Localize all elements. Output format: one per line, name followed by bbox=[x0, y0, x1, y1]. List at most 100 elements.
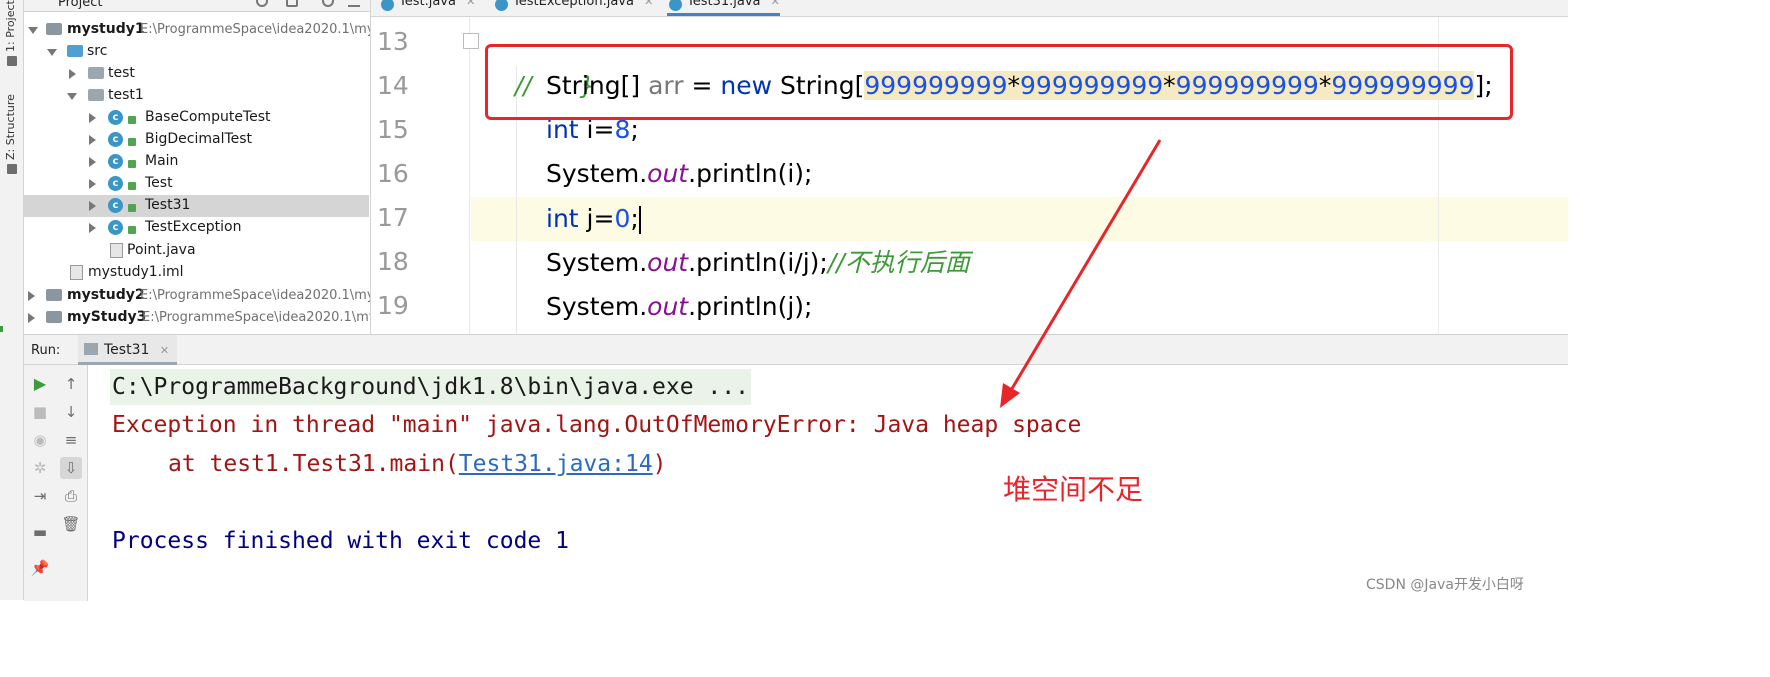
layout-icon[interactable]: ▬ bbox=[29, 521, 51, 543]
run-panel-header: Run: Test31 ✕ bbox=[24, 335, 1568, 365]
run-config-icon bbox=[84, 343, 98, 355]
stacktrace-prefix: at test1.Test31.main( bbox=[168, 451, 459, 477]
project-tool-tab[interactable]: 1: Project bbox=[4, 0, 20, 52]
code-text: .println(j); bbox=[688, 292, 813, 321]
tab-label: Test.java bbox=[399, 0, 456, 9]
soft-wrap-icon[interactable]: ≡ bbox=[60, 429, 82, 451]
source-folder-icon bbox=[67, 45, 83, 57]
hide-icon[interactable] bbox=[348, 0, 360, 7]
watermark: CSDN @Java开发小白呀 bbox=[1366, 577, 1524, 593]
close-icon[interactable]: ✕ bbox=[771, 0, 780, 8]
package-icon bbox=[88, 89, 104, 101]
trash-icon[interactable]: 🗑 bbox=[60, 513, 82, 535]
tree-item-label: test bbox=[108, 65, 135, 81]
chevron-right-icon[interactable] bbox=[69, 69, 76, 79]
chevron-right-icon[interactable] bbox=[28, 313, 35, 323]
tree-item-mystudy1[interactable]: mystudy1 E:\ProgrammeSpace\idea2020.1\my bbox=[24, 19, 370, 41]
tab-test-java[interactable]: Test.java ✕ bbox=[379, 0, 475, 16]
exit-icon[interactable]: ⇥ bbox=[29, 485, 51, 507]
code-keyword: int bbox=[546, 204, 579, 233]
package-icon bbox=[88, 67, 104, 79]
tree-item-basecomputetest[interactable]: c BaseComputeTest bbox=[24, 107, 369, 129]
java-class-icon: c bbox=[108, 220, 123, 235]
tree-item-test31[interactable]: c Test31 bbox=[24, 195, 369, 217]
lock-icon bbox=[128, 226, 136, 234]
code-text: System. bbox=[546, 292, 648, 321]
code-text: j= bbox=[578, 204, 615, 233]
java-class-icon: c bbox=[108, 198, 123, 213]
fold-icon[interactable] bbox=[463, 33, 479, 49]
debug-bug-icon[interactable]: ✲ bbox=[29, 457, 51, 479]
project-tool-icon[interactable] bbox=[7, 56, 17, 66]
java-class-icon: c bbox=[108, 132, 123, 147]
tree-item-testexception[interactable]: c TestException bbox=[24, 217, 369, 239]
tree-item-mystudy2[interactable]: mystudy2 E:\ProgrammeSpace\idea2020.1\my bbox=[24, 285, 370, 307]
chevron-right-icon[interactable] bbox=[89, 135, 96, 145]
tree-item-test-class[interactable]: c Test bbox=[24, 173, 369, 195]
down-arrow-icon[interactable]: ↓ bbox=[60, 401, 82, 423]
module-icon bbox=[46, 23, 62, 35]
java-class-icon bbox=[495, 0, 508, 11]
chevron-down-icon[interactable] bbox=[28, 27, 38, 34]
chevron-right-icon[interactable] bbox=[89, 113, 96, 123]
pin-icon[interactable]: 📌 bbox=[29, 557, 51, 579]
line-number: 16 bbox=[377, 159, 409, 188]
camera-icon[interactable]: ◉ bbox=[29, 429, 51, 451]
lock-icon bbox=[128, 160, 136, 168]
java-class-icon: c bbox=[108, 154, 123, 169]
tree-item-label: mystudy1.iml bbox=[88, 264, 184, 280]
structure-tool-tab[interactable]: Z: Structure bbox=[4, 90, 20, 160]
chevron-right-icon[interactable] bbox=[89, 223, 96, 233]
module-icon bbox=[46, 311, 62, 323]
close-icon[interactable]: ✕ bbox=[466, 0, 475, 8]
stop-icon[interactable]: ■ bbox=[29, 401, 51, 423]
chevron-right-icon[interactable] bbox=[89, 157, 96, 167]
scroll-to-end-icon[interactable]: ⇩ bbox=[60, 457, 82, 479]
chevron-right-icon[interactable] bbox=[28, 291, 35, 301]
rerun-icon[interactable]: ▶ bbox=[29, 373, 51, 395]
code-line-19: System.out.println(j); bbox=[546, 285, 812, 329]
up-arrow-icon[interactable]: ↑ bbox=[60, 373, 82, 395]
console-output[interactable]: C:\ProgrammeBackground\jdk1.8\bin\java.e… bbox=[110, 365, 1568, 601]
lock-icon bbox=[128, 116, 136, 124]
run-label: Run: bbox=[31, 343, 61, 358]
tree-item-mystudy3[interactable]: myStudy3 E:\ProgrammeSpace\idea2020.1\my bbox=[24, 307, 370, 329]
locate-icon[interactable] bbox=[256, 0, 268, 7]
gear-icon[interactable] bbox=[322, 0, 334, 7]
tab-test31-java[interactable]: Test31.java ✕ bbox=[667, 0, 780, 16]
close-icon[interactable]: ✕ bbox=[644, 0, 653, 8]
line-number: 13 bbox=[377, 27, 409, 56]
tree-item-test[interactable]: test bbox=[24, 63, 369, 85]
tree-item-bigdecimaltest[interactable]: c BigDecimalTest bbox=[24, 129, 369, 151]
line-number: 19 bbox=[377, 291, 409, 320]
collapse-all-icon[interactable] bbox=[286, 0, 298, 7]
console-stacktrace-line: at test1.Test31.main(Test31.java:14) bbox=[110, 446, 667, 482]
print-icon[interactable]: ⎙ bbox=[60, 485, 82, 507]
line-number: 15 bbox=[377, 115, 409, 144]
tree-item-src[interactable]: src bbox=[24, 41, 369, 63]
tab-testexception-java[interactable]: TestException.java ✕ bbox=[493, 0, 653, 16]
project-panel-title[interactable]: Project bbox=[58, 0, 102, 10]
tree-item-point-java[interactable]: Point.java bbox=[24, 240, 369, 262]
tree-item-label: BigDecimalTest bbox=[145, 131, 253, 147]
tree-item-test1[interactable]: test1 bbox=[24, 85, 369, 107]
tree-item-mystudy1-iml[interactable]: mystudy1.iml bbox=[24, 262, 369, 284]
tree-item-label: Point.java bbox=[127, 242, 196, 258]
close-icon[interactable]: ✕ bbox=[160, 344, 169, 357]
chevron-right-icon[interactable] bbox=[89, 179, 96, 189]
chevron-down-icon[interactable] bbox=[67, 93, 77, 100]
chevron-down-icon[interactable] bbox=[47, 49, 57, 56]
code-text: .println(i); bbox=[688, 159, 813, 188]
structure-tool-icon[interactable] bbox=[7, 164, 17, 174]
line-number: 17 bbox=[377, 203, 409, 232]
console-exit-line: Process finished with exit code 1 bbox=[112, 528, 569, 554]
stacktrace-link[interactable]: Test31.java:14 bbox=[459, 451, 653, 477]
tree-item-label: myStudy3 bbox=[67, 309, 147, 325]
run-tab-test31[interactable]: Test31 ✕ bbox=[78, 335, 178, 365]
code-field: out bbox=[647, 248, 689, 277]
line-number: 18 bbox=[377, 247, 409, 276]
tree-item-label: mystudy1 bbox=[67, 21, 145, 37]
chevron-right-icon[interactable] bbox=[89, 201, 96, 211]
tree-item-label: Test31 bbox=[145, 197, 191, 213]
tree-item-main[interactable]: c Main bbox=[24, 151, 369, 173]
